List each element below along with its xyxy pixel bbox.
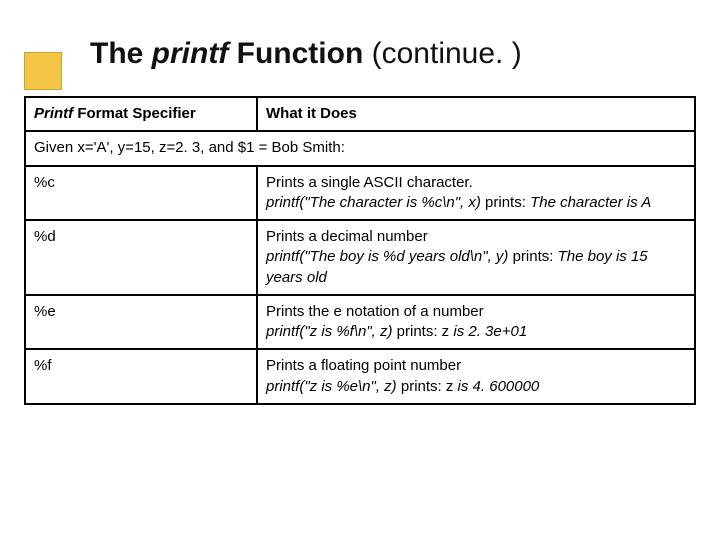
given-cell: Given x='A', y=15, z=2. 3, and $1 = Bob … [25, 131, 695, 165]
table-row: %f Prints a floating point number printf… [25, 349, 695, 404]
page-title: The printf Function (continue. ) [90, 36, 720, 72]
example-prints: prints: [485, 194, 530, 211]
example-ital: printf("z is %f\n", z) [266, 323, 397, 340]
desc-cell: Prints a floating point number printf("z… [257, 349, 695, 404]
example-prints: prints: z [397, 323, 454, 340]
desc-cell: Prints the e notation of a number printf… [257, 295, 695, 350]
accent-square-icon [24, 52, 62, 90]
title-continue: (continue. ) [363, 37, 521, 70]
example-tail: The character is A [530, 194, 651, 211]
desc-cell: Prints a single ASCII character. printf(… [257, 166, 695, 221]
header-col1: Printf Format Specifier [25, 97, 257, 131]
desc-example: printf("The boy is %d years old\n", y) p… [266, 247, 686, 288]
desc-cell: Prints a decimal number printf("The boy … [257, 220, 695, 295]
example-ital: printf("z is %e\n", z) [266, 378, 401, 395]
table-header-row: Printf Format Specifier What it Does [25, 97, 695, 131]
spec-cell: %f [25, 349, 257, 404]
desc-plain: Prints a decimal number [266, 227, 686, 247]
title-area: The printf Function (continue. ) [0, 0, 720, 96]
desc-plain: Prints a floating point number [266, 356, 686, 376]
title-pre: The [90, 37, 152, 70]
desc-plain: Prints a single ASCII character. [266, 173, 686, 193]
title-post: Function [228, 37, 363, 70]
table-row: %d Prints a decimal number printf("The b… [25, 220, 695, 295]
example-ital: printf("The boy is %d years old\n", y) [266, 248, 513, 265]
header-col1-ital: Printf [34, 105, 73, 122]
example-ital: printf("The character is %c\n", x) [266, 194, 485, 211]
title-ital: printf [152, 37, 229, 70]
desc-example: printf("z is %e\n", z) prints: z is 4. 6… [266, 377, 686, 397]
spec-cell: %c [25, 166, 257, 221]
format-specifier-table: Printf Format Specifier What it Does Giv… [24, 96, 696, 405]
header-col2: What it Does [257, 97, 695, 131]
table-row: %e Prints the e notation of a number pri… [25, 295, 695, 350]
desc-example: printf("The character is %c\n", x) print… [266, 193, 686, 213]
spec-cell: %e [25, 295, 257, 350]
example-prints: prints: z [401, 378, 458, 395]
header-col1-rest: Format Specifier [73, 105, 196, 122]
spec-cell: %d [25, 220, 257, 295]
example-tail: is 4. 600000 [458, 378, 540, 395]
desc-example: printf("z is %f\n", z) prints: z is 2. 3… [266, 322, 686, 342]
given-row: Given x='A', y=15, z=2. 3, and $1 = Bob … [25, 131, 695, 165]
desc-plain: Prints the e notation of a number [266, 302, 686, 322]
example-tail: is 2. 3e+01 [453, 323, 527, 340]
table-row: %c Prints a single ASCII character. prin… [25, 166, 695, 221]
example-prints: prints: [513, 248, 558, 265]
